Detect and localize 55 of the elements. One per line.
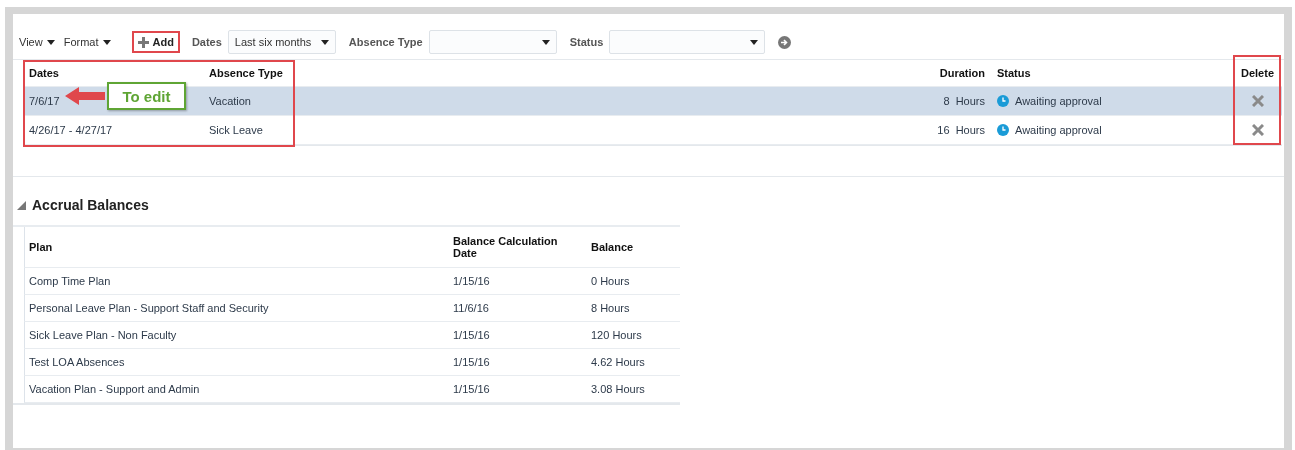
table-cell-text: Test LOA Absences (28, 356, 126, 368)
table-cell: 7/6/17 (29, 95, 60, 107)
column-header: Absence Type (209, 67, 283, 79)
menu-button[interactable]: Format (63, 36, 111, 48)
arrow-icon (65, 86, 107, 106)
go-icon[interactable] (778, 35, 792, 49)
table-cell: 4/26/17 - 4/27/17 (29, 124, 113, 136)
caret-icon (46, 39, 55, 45)
column-header: Status (997, 67, 1031, 79)
table-cell: Sick Leave (209, 124, 263, 136)
status-text: Awaiting approval (1015, 124, 1102, 136)
column-header: Dates (29, 67, 59, 79)
clock-icon (997, 95, 1009, 107)
table-cell-text: 120 Hours (590, 329, 643, 341)
table-cell-text: Sick Leave Plan - Non Faculty (28, 329, 178, 341)
filter-label: Absence Type (348, 36, 423, 48)
filter-dropdown[interactable]: Last six months (227, 30, 336, 54)
filter-dropdown[interactable] (609, 30, 766, 54)
clock-icon (997, 124, 1009, 136)
delete-button[interactable] (1251, 95, 1264, 107)
column-header: Balance (590, 241, 635, 253)
table-cell-text: 0 Hours (590, 275, 631, 287)
caret-icon (320, 39, 329, 45)
table-cell-text: Personal Leave Plan - Support Staff and Security (28, 302, 270, 314)
table-cell-text: Vacation Plan - Support and Admin (28, 383, 201, 395)
column-header: Duration (939, 67, 985, 79)
delete-button[interactable] (1251, 124, 1264, 136)
table-cell: 8 Hours (943, 95, 985, 107)
annotation-callout: To edit (107, 82, 186, 110)
menu-button[interactable]: View (19, 36, 55, 48)
add-button[interactable]: Add (134, 36, 177, 48)
table-cell: 16 Hours (937, 124, 985, 136)
filter-label: Dates (191, 36, 222, 48)
expand-triangle-icon (17, 200, 26, 210)
table-cell-text: 4.62 Hours (590, 356, 646, 368)
table-cell-text: 1/15/16 (452, 383, 491, 395)
table-cell-text: 1/15/16 (452, 329, 491, 341)
filter-dropdown[interactable] (428, 30, 557, 54)
column-header: Delete (1241, 67, 1274, 79)
table-cell: Vacation (209, 95, 251, 107)
plus-icon (137, 36, 149, 48)
column-header: Plan (28, 241, 54, 253)
table-cell-text: 1/15/16 (452, 275, 491, 287)
caret-icon (750, 39, 759, 45)
table-cell-text: 11/6/16 (452, 302, 490, 314)
status-text: Awaiting approval (1015, 95, 1102, 107)
column-header: Balance Calculation Date (452, 235, 559, 259)
table-cell-text: 3.08 Hours (590, 383, 646, 395)
filter-label: Status (569, 36, 604, 48)
caret-icon (541, 39, 550, 45)
table-cell-text: 1/15/16 (452, 356, 491, 368)
table-cell-text: Comp Time Plan (28, 275, 112, 287)
section-header[interactable]: Accrual Balances (13, 193, 149, 217)
table-cell-text: 8 Hours (590, 302, 631, 314)
caret-icon (102, 39, 111, 45)
